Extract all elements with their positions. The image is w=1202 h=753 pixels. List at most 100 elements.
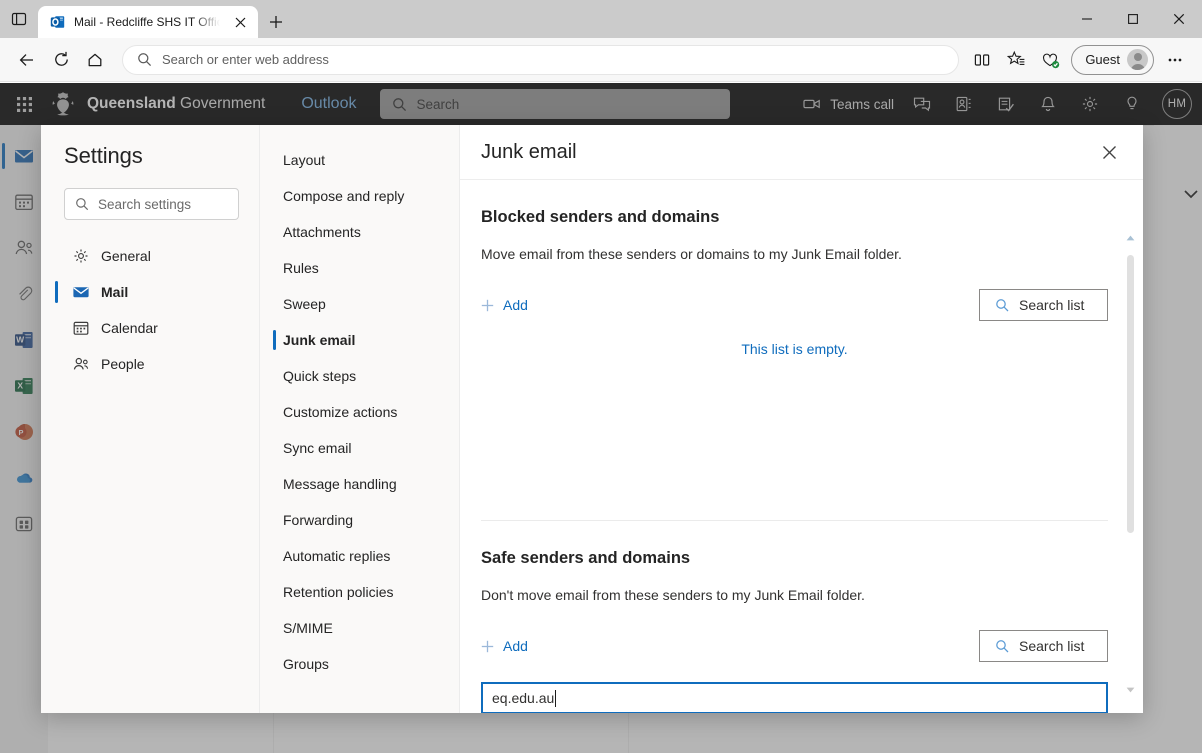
subnav-item-forwarding[interactable]: Forwarding xyxy=(260,502,459,538)
settings-search-input[interactable]: Search settings xyxy=(64,188,239,220)
search-icon xyxy=(995,298,1010,313)
settings-title: Settings xyxy=(64,143,143,168)
avatar xyxy=(1127,49,1148,70)
sidebar-item-label: Mail xyxy=(101,284,129,300)
sidebar-item-general[interactable]: General xyxy=(64,238,239,274)
subnav-item-label: Rules xyxy=(283,260,319,276)
search-safe-list-button[interactable]: Search list xyxy=(979,630,1108,662)
section-description: Don't move email from these senders to m… xyxy=(481,587,865,603)
scroll-down-arrow-icon[interactable] xyxy=(1125,686,1135,694)
people-icon xyxy=(72,355,90,373)
settings-search-placeholder: Search settings xyxy=(98,196,192,212)
subnav-item-junk-email[interactable]: Junk email xyxy=(260,322,459,358)
browser-tabstrip: Mail - Redcliffe SHS IT Office - O xyxy=(0,0,288,38)
sidebar-item-label: People xyxy=(101,356,145,372)
scrollbar-thumb[interactable] xyxy=(1127,255,1134,533)
subnav-item-groups[interactable]: Groups xyxy=(260,646,459,682)
browser-tab[interactable]: Mail - Redcliffe SHS IT Office - O xyxy=(38,6,258,38)
tab-preview-icon[interactable] xyxy=(0,0,38,38)
window-controls xyxy=(1064,0,1202,38)
settings-dialog: Settings Search settings General Mail Ca… xyxy=(41,125,1143,713)
add-safe-sender-button[interactable]: Add xyxy=(481,638,528,654)
subnav-item-quick-steps[interactable]: Quick steps xyxy=(260,358,459,394)
page-title: Junk email xyxy=(481,140,577,163)
sidebar-item-people[interactable]: People xyxy=(64,346,239,382)
section-divider xyxy=(481,520,1108,521)
search-icon xyxy=(995,639,1010,654)
favorites-icon[interactable] xyxy=(999,43,1033,77)
sidebar-item-mail[interactable]: Mail xyxy=(55,274,239,310)
subnav-item-label: Attachments xyxy=(283,224,361,240)
address-bar[interactable]: Search or enter web address xyxy=(122,44,960,75)
search-icon xyxy=(75,197,89,211)
settings-content-scroll: Blocked senders and domains Move email f… xyxy=(460,180,1143,713)
subnav-item-label: S/MIME xyxy=(283,620,333,636)
add-label: Add xyxy=(503,638,528,654)
close-icon[interactable] xyxy=(1093,136,1125,168)
subnav-item-label: Groups xyxy=(283,656,329,672)
subnav-item-label: Layout xyxy=(283,152,326,168)
settings-subnav-pane: Layout Compose and reply Attachments Rul… xyxy=(260,125,460,713)
reload-icon[interactable] xyxy=(44,43,78,77)
home-icon[interactable] xyxy=(78,43,112,77)
safe-sender-value: eq.edu.au xyxy=(492,690,555,706)
subnav-item-label: Sweep xyxy=(283,296,326,312)
blocked-senders-section: Blocked senders and domains Move email f… xyxy=(481,208,1108,357)
new-tab-button[interactable] xyxy=(264,10,288,34)
screen-root: Mail - Redcliffe SHS IT Office - O xyxy=(0,0,1202,753)
browser-toolbar: Search or enter web address Guest xyxy=(0,38,1202,82)
window-minimize-button[interactable] xyxy=(1064,0,1110,38)
close-icon[interactable] xyxy=(228,10,252,34)
subnav-item-label: Automatic replies xyxy=(283,548,391,564)
plus-icon xyxy=(481,299,494,312)
address-bar-placeholder: Search or enter web address xyxy=(162,52,329,67)
subnav-item-label: Sync email xyxy=(283,440,352,456)
scroll-up-arrow-icon[interactable] xyxy=(1125,234,1135,242)
subnav-item-compose-and-reply[interactable]: Compose and reply xyxy=(260,178,459,214)
blocked-senders-toolbar: Add Search list xyxy=(481,289,1108,321)
search-icon xyxy=(137,52,152,67)
more-options-icon[interactable] xyxy=(1158,43,1192,77)
sidebar-item-label: General xyxy=(101,248,151,264)
browser-essentials-icon[interactable] xyxy=(1033,43,1067,77)
subnav-item-layout[interactable]: Layout xyxy=(260,142,459,178)
profile-label: Guest xyxy=(1085,52,1120,67)
subnav-item-customize-actions[interactable]: Customize actions xyxy=(260,394,459,430)
subnav-item-smime[interactable]: S/MIME xyxy=(260,610,459,646)
section-title: Safe senders and domains xyxy=(481,549,691,567)
search-blocked-list-button[interactable]: Search list xyxy=(979,289,1108,321)
settings-content-pane: Junk email Blocked senders and domains M… xyxy=(460,125,1143,713)
subnav-item-sweep[interactable]: Sweep xyxy=(260,286,459,322)
subnav-item-retention-policies[interactable]: Retention policies xyxy=(260,574,459,610)
settings-categories-pane: Settings Search settings General Mail Ca… xyxy=(41,125,260,713)
add-blocked-sender-button[interactable]: Add xyxy=(481,297,528,313)
text-caret xyxy=(555,689,557,707)
subnav-item-label: Junk email xyxy=(283,332,356,348)
subnav-item-rules[interactable]: Rules xyxy=(260,250,459,286)
section-description: Move email from these senders or domains… xyxy=(481,246,902,262)
safe-sender-input[interactable]: eq.edu.au xyxy=(481,682,1108,713)
subnav-item-label: Retention policies xyxy=(283,584,394,600)
split-screen-icon[interactable] xyxy=(965,43,999,77)
blocked-list-empty-message: This list is empty. xyxy=(741,341,848,357)
gear-icon xyxy=(72,247,90,265)
subnav-item-message-handling[interactable]: Message handling xyxy=(260,466,459,502)
search-list-label: Search list xyxy=(1019,297,1085,313)
subnav-item-sync-email[interactable]: Sync email xyxy=(260,430,459,466)
calendar-icon xyxy=(72,319,90,337)
safe-senders-section: Safe senders and domains Don't move emai… xyxy=(481,549,1108,713)
subnav-item-automatic-replies[interactable]: Automatic replies xyxy=(260,538,459,574)
sidebar-item-calendar[interactable]: Calendar xyxy=(64,310,239,346)
add-label: Add xyxy=(503,297,528,313)
section-title: Blocked senders and domains xyxy=(481,208,720,226)
outlook-favicon xyxy=(50,14,66,30)
subnav-item-attachments[interactable]: Attachments xyxy=(260,214,459,250)
window-maximize-button[interactable] xyxy=(1110,0,1156,38)
window-close-button[interactable] xyxy=(1156,0,1202,38)
sidebar-item-label: Calendar xyxy=(101,320,158,336)
subnav-item-label: Message handling xyxy=(283,476,397,492)
safe-senders-toolbar: Add Search list xyxy=(481,630,1108,662)
content-scrollbar[interactable] xyxy=(1125,235,1135,693)
profile-button[interactable]: Guest xyxy=(1071,44,1154,75)
back-icon[interactable] xyxy=(10,43,44,77)
